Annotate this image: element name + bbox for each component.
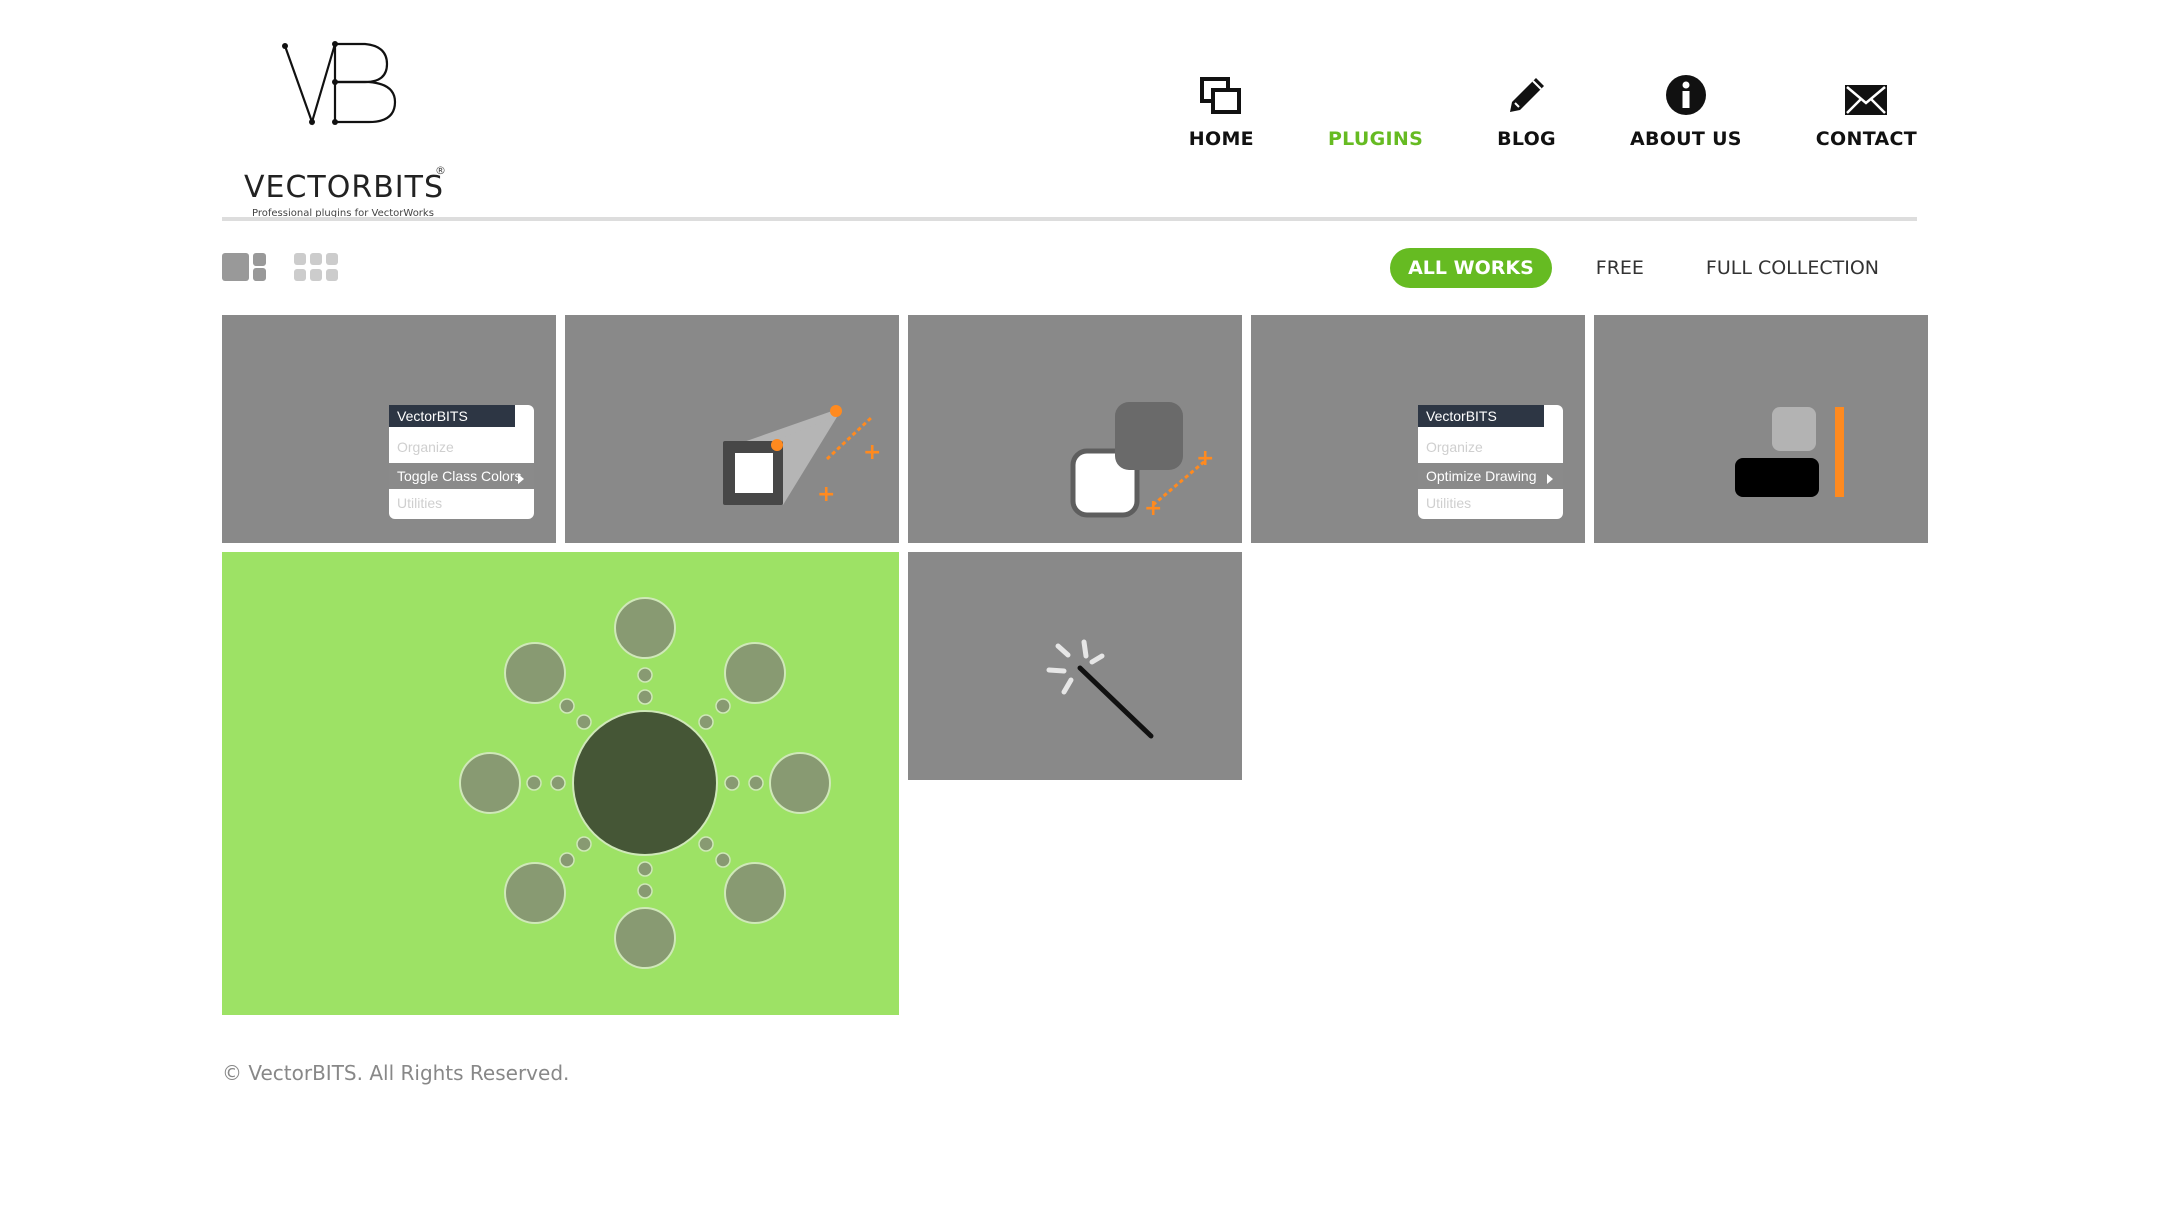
plugin-tile-optimize-drawing[interactable]: VectorBITS Organize Optimize Drawing Uti… — [1251, 315, 1585, 543]
nav-home[interactable]: HOME — [1189, 68, 1254, 150]
plugin-tile-table-chairs[interactable] — [222, 552, 899, 1015]
vb-logo-mark-icon — [282, 41, 397, 126]
large-grid-view-icon[interactable] — [222, 253, 266, 281]
svg-text:+: + — [1144, 496, 1162, 521]
nav-about-us[interactable]: ABOUT US — [1630, 68, 1742, 150]
nav-plugins[interactable]: PLUGINS — [1328, 68, 1423, 150]
menu-item: Optimize Drawing — [1426, 468, 1536, 484]
menu-screenshot-icon: VectorBITS Organize Toggle Class Colors … — [389, 405, 534, 519]
align-shapes-icon — [1735, 407, 1844, 497]
page: VECTORBITS ® Professional plugins for Ve… — [222, 0, 1928, 1216]
plugin-tile-magic-wand[interactable] — [908, 552, 1242, 780]
registered-mark: ® — [435, 164, 446, 177]
plugin-tile-align[interactable] — [1594, 315, 1928, 543]
nav-blog[interactable]: BLOG — [1497, 68, 1556, 150]
filter-free[interactable]: FREE — [1578, 248, 1662, 288]
footer-copyright: © VectorBITS. All Rights Reserved. — [222, 1061, 570, 1085]
nav-label: BLOG — [1497, 128, 1556, 150]
filter-all-works[interactable]: ALL WORKS — [1390, 248, 1552, 288]
filter-bar: ALL WORKS FREE FULL COLLECTION — [1390, 248, 1897, 288]
nav-label: CONTACT — [1815, 128, 1917, 150]
svg-text:+: + — [863, 440, 881, 465]
nav-label: PLUGINS — [1327, 128, 1424, 150]
small-grid-view-icon[interactable] — [294, 253, 338, 281]
plugin-tile-toggle-class-colors[interactable]: VectorBITS Organize Toggle Class Colors … — [222, 315, 556, 543]
menu-item: Organize — [397, 439, 454, 455]
nav-label: HOME — [1188, 128, 1254, 150]
windows-icon — [1199, 68, 1243, 116]
menu-title: VectorBITS — [397, 408, 468, 424]
rounded-squares-icon: + + — [1070, 402, 1214, 521]
menu-item: Utilities — [1426, 495, 1471, 511]
pencil-icon — [1506, 68, 1548, 116]
svg-text:+: + — [1196, 446, 1214, 471]
round-table-chairs-icon — [459, 597, 831, 969]
menu-item: Organize — [1426, 439, 1483, 455]
brand-name: VECTORBITS — [244, 170, 445, 205]
header-divider — [222, 217, 1917, 221]
view-toggle — [222, 253, 338, 281]
menu-title: VectorBITS — [1426, 408, 1497, 424]
main-nav: HOME PLUGINS BLOG ABOUT US CONTACT — [1115, 68, 1917, 150]
square-handle-icon: + + — [723, 405, 881, 507]
plugin-tile-rounded-shapes[interactable]: + + — [908, 315, 1242, 543]
menu-item: Utilities — [397, 495, 442, 511]
bars-icon — [1371, 68, 1381, 116]
magic-wand-icon — [1046, 639, 1154, 739]
svg-text:+: + — [817, 482, 835, 507]
info-icon — [1665, 68, 1707, 116]
nav-contact[interactable]: CONTACT — [1816, 68, 1917, 150]
nav-label: ABOUT US — [1629, 128, 1742, 150]
envelope-icon — [1844, 68, 1888, 116]
filter-full-collection[interactable]: FULL COLLECTION — [1688, 248, 1897, 288]
menu-item: Toggle Class Colors — [397, 468, 522, 484]
logo[interactable]: VECTORBITS ® Professional plugins for Ve… — [222, 30, 462, 219]
menu-screenshot-icon: VectorBITS Organize Optimize Drawing Uti… — [1418, 405, 1563, 519]
plugin-tile-measure[interactable]: + + — [565, 315, 899, 543]
